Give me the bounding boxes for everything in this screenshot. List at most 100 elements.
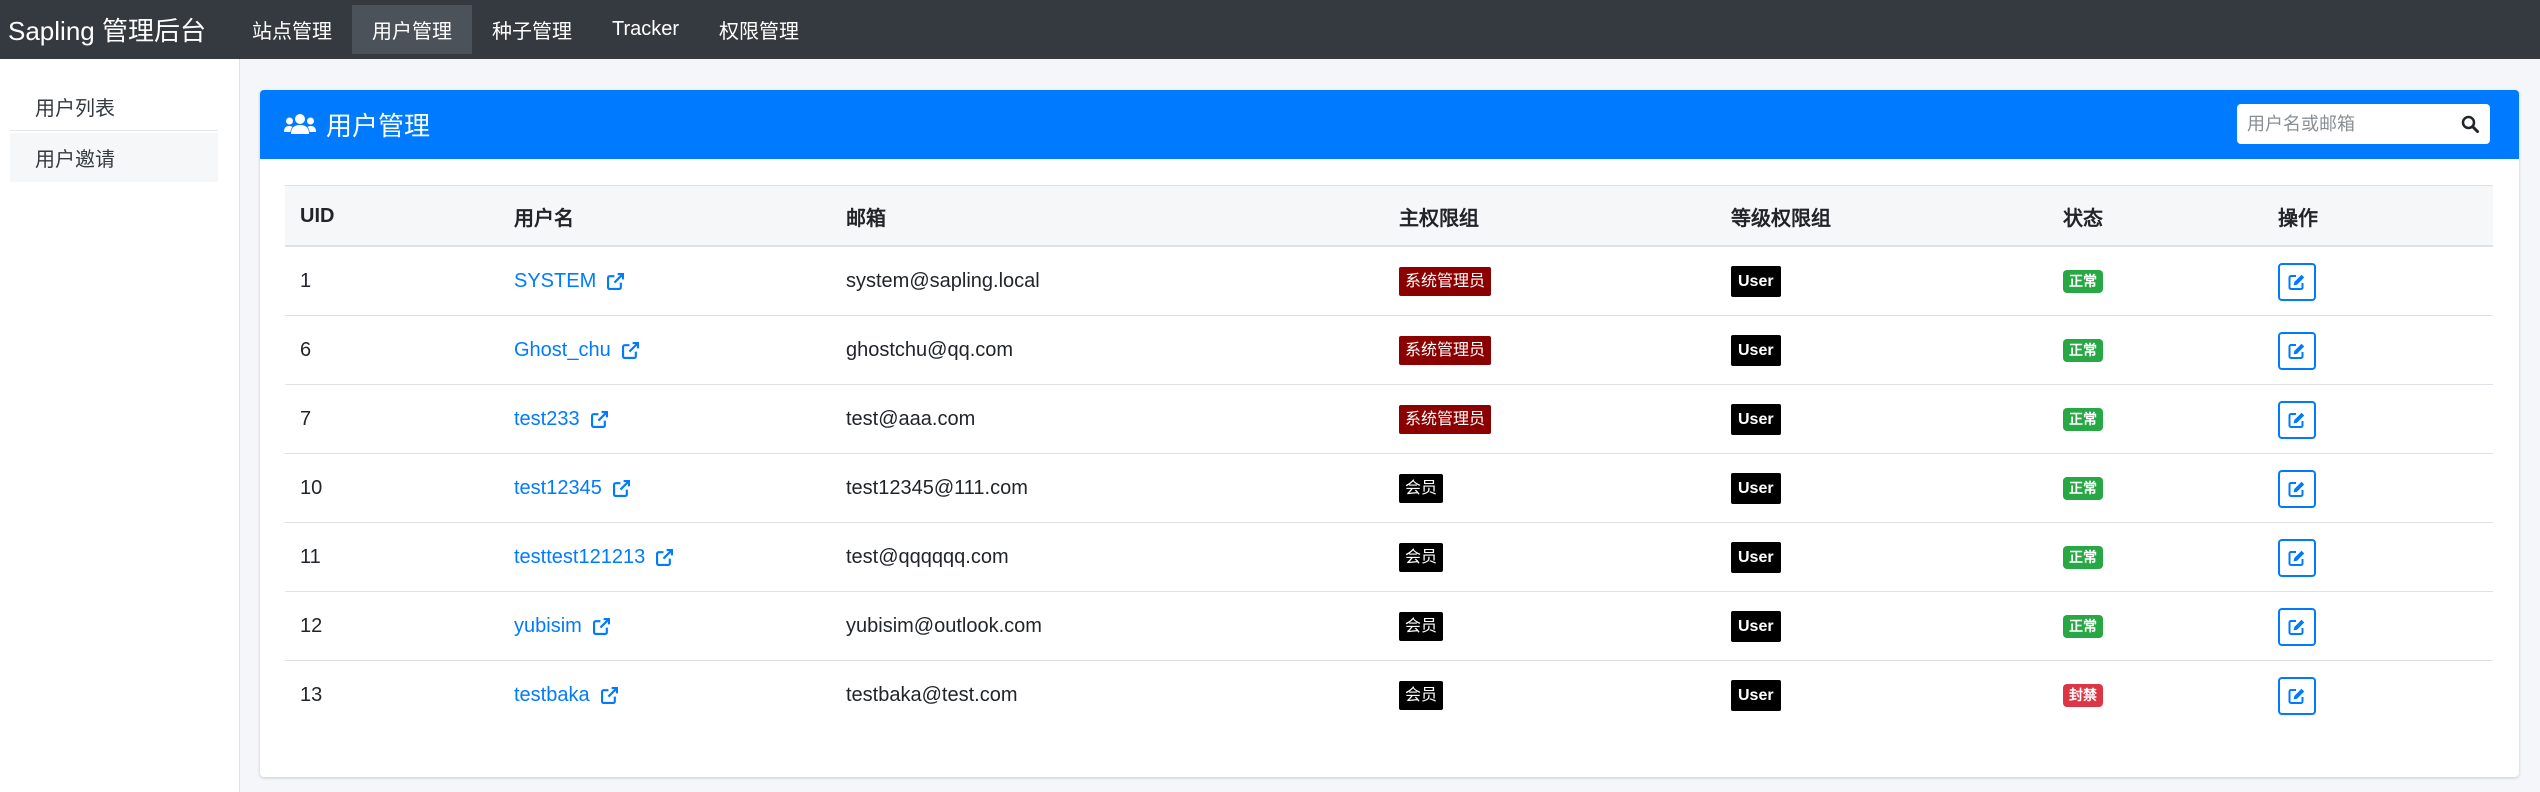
table-row: 12 yubisim yubisim@outlook.com 会员 User 正…: [285, 592, 2493, 661]
actions-cell: [2278, 454, 2316, 523]
actions-cell: [2278, 661, 2316, 730]
level-group-badge: User: [1731, 541, 1781, 574]
table-row: 6 Ghost_chu ghostchu@qq.com 系统管理员 User 正…: [285, 316, 2493, 385]
email-cell: yubisim@outlook.com: [846, 615, 1042, 637]
edit-button[interactable]: [2278, 331, 2316, 370]
nav-item-permissions[interactable]: 权限管理: [699, 5, 819, 54]
main-group-cell: 系统管理员: [1399, 316, 1492, 385]
sidebar: 用户列表 用户邀请: [0, 59, 240, 792]
username-link[interactable]: test233: [514, 408, 580, 431]
main-group-cell: 系统管理员: [1399, 247, 1492, 316]
user-table: UID 用户名 邮箱 主权限组 等级权限组 状态 操作 1 SYSTEM sys…: [285, 185, 2493, 730]
actions-cell: [2278, 523, 2316, 592]
external-link-icon[interactable]: [621, 342, 639, 359]
table-body: 1 SYSTEM system@sapling.local 系统管理员 User…: [285, 247, 2493, 730]
status-cell: 正常: [2063, 454, 2103, 523]
level-group-cell: User: [1731, 247, 1781, 316]
app-brand[interactable]: Sapling 管理后台: [0, 11, 232, 48]
status-badge: 正常: [2063, 339, 2103, 362]
username-cell: test233: [514, 385, 608, 454]
edit-button[interactable]: [2278, 400, 2316, 439]
uid-cell: 12: [300, 615, 323, 637]
main-group-badge: 系统管理员: [1399, 335, 1492, 366]
search-button[interactable]: [2450, 104, 2490, 144]
level-group-badge: User: [1731, 679, 1781, 712]
edit-icon: [2288, 412, 2305, 428]
uid-cell: 11: [300, 546, 321, 568]
username-link[interactable]: testtest121213: [514, 546, 645, 569]
main-group-badge: 会员: [1399, 680, 1444, 711]
search-input[interactable]: [2237, 105, 2450, 143]
edit-button[interactable]: [2278, 262, 2316, 301]
external-link-icon[interactable]: [590, 411, 608, 428]
edit-icon: [2288, 274, 2305, 290]
actions-cell: [2278, 316, 2316, 385]
level-group-cell: User: [1731, 523, 1781, 592]
external-link-icon[interactable]: [656, 549, 674, 566]
username-link[interactable]: test12345: [514, 477, 602, 500]
level-group-cell: User: [1731, 316, 1781, 385]
nav-item-torrents[interactable]: 种子管理: [472, 5, 592, 54]
username-link[interactable]: testbaka: [514, 684, 590, 707]
card-title: 用户管理: [326, 111, 431, 141]
level-group-cell: User: [1731, 385, 1781, 454]
username-link[interactable]: SYSTEM: [514, 270, 596, 293]
external-link-icon[interactable]: [612, 480, 630, 497]
username-cell: testbaka: [514, 661, 618, 730]
uid-cell: 7: [300, 408, 312, 430]
status-badge: 正常: [2063, 546, 2103, 569]
column-header-main-group: 主权限组: [1399, 207, 1479, 230]
username-link[interactable]: Ghost_chu: [514, 339, 611, 362]
uid-cell: 10: [300, 477, 323, 499]
column-header-status: 状态: [2063, 207, 2103, 230]
edit-button[interactable]: [2278, 538, 2316, 577]
table-row: 1 SYSTEM system@sapling.local 系统管理员 User…: [285, 247, 2493, 316]
uid-cell: 13: [300, 684, 323, 706]
main-group-badge: 会员: [1399, 473, 1444, 504]
email-cell: test@aaa.com: [846, 408, 976, 430]
username-cell: Ghost_chu: [514, 316, 639, 385]
main-group-cell: 会员: [1399, 592, 1444, 661]
status-badge: 正常: [2063, 270, 2103, 293]
email-cell: test@qqqqqq.com: [846, 546, 1009, 568]
external-link-icon[interactable]: [600, 687, 618, 704]
main-group-badge: 会员: [1399, 611, 1444, 642]
main-group-cell: 系统管理员: [1399, 385, 1492, 454]
email-cell: ghostchu@qq.com: [846, 339, 1014, 361]
sidebar-item-user-list[interactable]: 用户列表: [10, 82, 218, 131]
sidebar-item-user-invite[interactable]: 用户邀请: [10, 133, 218, 182]
column-header-email: 邮箱: [846, 207, 886, 230]
edit-icon: [2288, 550, 2305, 566]
edit-button[interactable]: [2278, 676, 2316, 715]
nav-item-users[interactable]: 用户管理: [352, 5, 472, 54]
username-cell: yubisim: [514, 592, 610, 661]
table-row: 11 testtest121213 test@qqqqqq.com 会员 Use…: [285, 523, 2493, 592]
main-group-cell: 会员: [1399, 454, 1444, 523]
external-link-icon[interactable]: [592, 618, 610, 635]
edit-button[interactable]: [2278, 607, 2316, 646]
table-row: 13 testbaka testbaka@test.com 会员 User 封禁: [285, 661, 2493, 730]
main-group-cell: 会员: [1399, 661, 1444, 730]
main-group-badge: 系统管理员: [1399, 404, 1492, 435]
column-header-uid: UID: [300, 204, 335, 227]
email-cell: system@sapling.local: [846, 270, 1040, 292]
nav-item-tracker[interactable]: Tracker: [592, 5, 699, 54]
username-cell: SYSTEM: [514, 247, 625, 316]
level-group-cell: User: [1731, 454, 1781, 523]
edit-icon: [2288, 688, 2305, 704]
table-header: UID 用户名 邮箱 主权限组 等级权限组 状态 操作: [285, 185, 2493, 247]
username-link[interactable]: yubisim: [514, 615, 582, 638]
column-header-level-group: 等级权限组: [1731, 207, 1831, 230]
column-header-actions: 操作: [2278, 207, 2318, 230]
edit-button[interactable]: [2278, 469, 2316, 508]
status-cell: 正常: [2063, 592, 2103, 661]
email-cell: testbaka@test.com: [846, 684, 1018, 706]
level-group-badge: User: [1731, 610, 1781, 643]
status-cell: 封禁: [2063, 661, 2103, 730]
external-link-icon[interactable]: [607, 273, 625, 290]
top-navbar: Sapling 管理后台 站点管理 用户管理 种子管理 Tracker 权限管理: [0, 0, 2540, 59]
username-cell: testtest121213: [514, 523, 674, 592]
nav-item-site[interactable]: 站点管理: [232, 5, 352, 54]
status-badge: 正常: [2063, 615, 2103, 638]
status-badge: 正常: [2063, 477, 2103, 500]
